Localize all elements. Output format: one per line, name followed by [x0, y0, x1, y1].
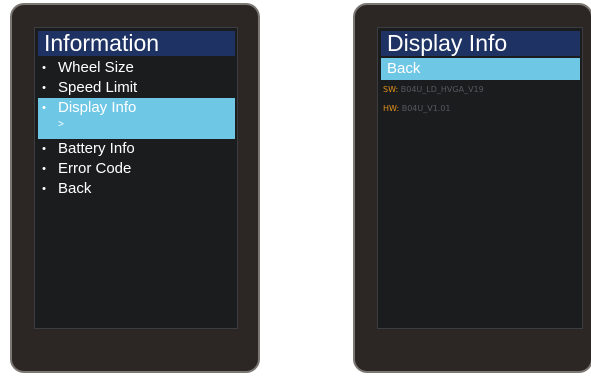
stage: Information • Wheel Size • Speed Limit •…	[0, 0, 591, 378]
menu-item-display-info[interactable]: • Display Info >	[38, 98, 235, 139]
display-screen-display-info: Display Info Back SW: B04U_LD_HVGA_V19 H…	[377, 27, 583, 329]
menu-item-error-code[interactable]: • Error Code	[38, 159, 235, 179]
bullet-icon: •	[42, 183, 46, 195]
screen-title: Display Info	[381, 31, 580, 56]
menu-item-wheel-size[interactable]: • Wheel Size	[38, 58, 235, 78]
bullet-icon: •	[42, 82, 46, 94]
hardware-version-key: HW:	[383, 104, 400, 113]
back-button[interactable]: Back	[381, 58, 580, 80]
software-version-key: SW:	[383, 85, 399, 94]
hardware-version: HW: B04U_V1.01	[383, 104, 451, 114]
software-version-value: B04U_LD_HVGA_V19	[400, 85, 484, 94]
bullet-icon: •	[42, 62, 46, 74]
display-screen-information: Information • Wheel Size • Speed Limit •…	[34, 27, 238, 329]
menu-item-label: Error Code	[58, 160, 132, 177]
menu-item-label: Back	[58, 180, 92, 197]
display-device-display-info: Display Info Back SW: B04U_LD_HVGA_V19 H…	[353, 3, 591, 373]
chevron-right-icon: >	[58, 119, 64, 130]
menu-item-label: Battery Info	[58, 140, 135, 157]
menu-item-speed-limit[interactable]: • Speed Limit	[38, 78, 235, 98]
menu-item-back[interactable]: • Back	[38, 179, 235, 199]
bullet-icon: •	[42, 102, 46, 114]
menu-item-label: Speed Limit	[58, 79, 138, 96]
menu-item-label: Display Info	[58, 99, 137, 116]
menu-item-label: Wheel Size	[58, 59, 134, 76]
software-version: SW: B04U_LD_HVGA_V19	[383, 85, 484, 95]
display-device-information: Information • Wheel Size • Speed Limit •…	[10, 3, 260, 373]
screen-title: Information	[38, 31, 235, 56]
bullet-icon: •	[42, 143, 46, 155]
bullet-icon: •	[42, 163, 46, 175]
menu-item-battery-info[interactable]: • Battery Info	[38, 139, 235, 159]
information-menu: • Wheel Size • Speed Limit • Display Inf…	[38, 58, 235, 199]
hardware-version-value: B04U_V1.01	[401, 104, 451, 113]
